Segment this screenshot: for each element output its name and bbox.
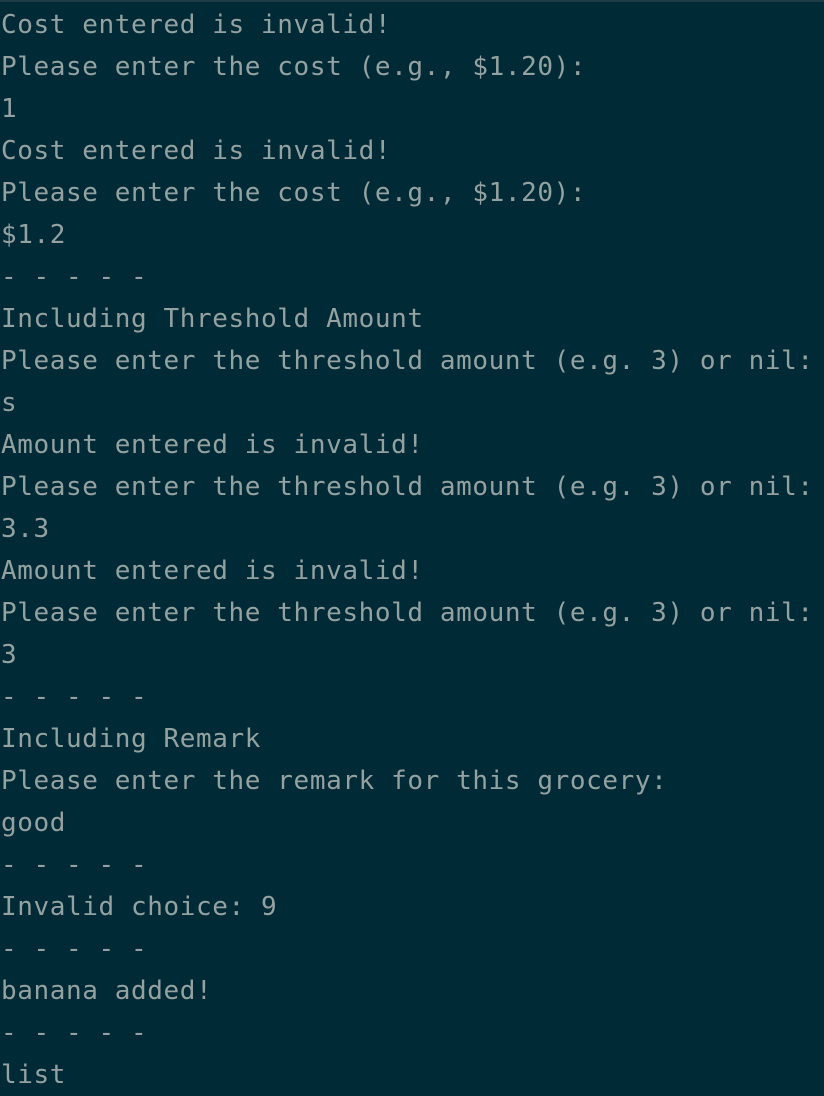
terminal-line: Please enter the threshold amount (e.g. …	[1, 472, 814, 502]
terminal-line: Invalid choice: 9	[1, 892, 278, 922]
terminal-line: banana added!	[1, 976, 213, 1006]
terminal-separator: - - - - -	[1, 262, 148, 292]
terminal-line: Please enter the cost (e.g., $1.20):	[1, 178, 587, 208]
terminal-line: Amount entered is invalid!	[1, 430, 424, 460]
terminal-separator: - - - - -	[1, 1018, 148, 1048]
terminal-line: 1	[1, 94, 18, 124]
terminal-line: Including Remark	[1, 724, 262, 754]
terminal-line: Cost entered is invalid!	[1, 136, 392, 166]
terminal-line: Please enter the threshold amount (e.g. …	[1, 346, 814, 376]
terminal-line: Please enter the remark for this grocery…	[1, 766, 668, 796]
terminal-separator: - - - - -	[1, 934, 148, 964]
terminal-line: $1.2	[1, 220, 67, 250]
terminal-input-line[interactable]: list	[1, 1054, 66, 1096]
terminal-output[interactable]: Cost entered is invalid! Please enter th…	[0, 0, 824, 1096]
terminal-separator: - - - - -	[1, 850, 148, 880]
terminal-separator: - - - - -	[1, 682, 148, 712]
terminal-line: good	[1, 808, 67, 838]
terminal-line: 3.3	[1, 514, 50, 544]
terminal-line: Including Threshold Amount	[1, 304, 424, 334]
terminal-line: Amount entered is invalid!	[1, 556, 424, 586]
terminal-line: Please enter the threshold amount (e.g. …	[1, 598, 814, 628]
terminal-line: Please enter the cost (e.g., $1.20):	[1, 52, 587, 82]
terminal-line: s	[1, 388, 18, 418]
terminal-line: 3	[1, 640, 18, 670]
terminal-line: Cost entered is invalid!	[1, 10, 392, 40]
